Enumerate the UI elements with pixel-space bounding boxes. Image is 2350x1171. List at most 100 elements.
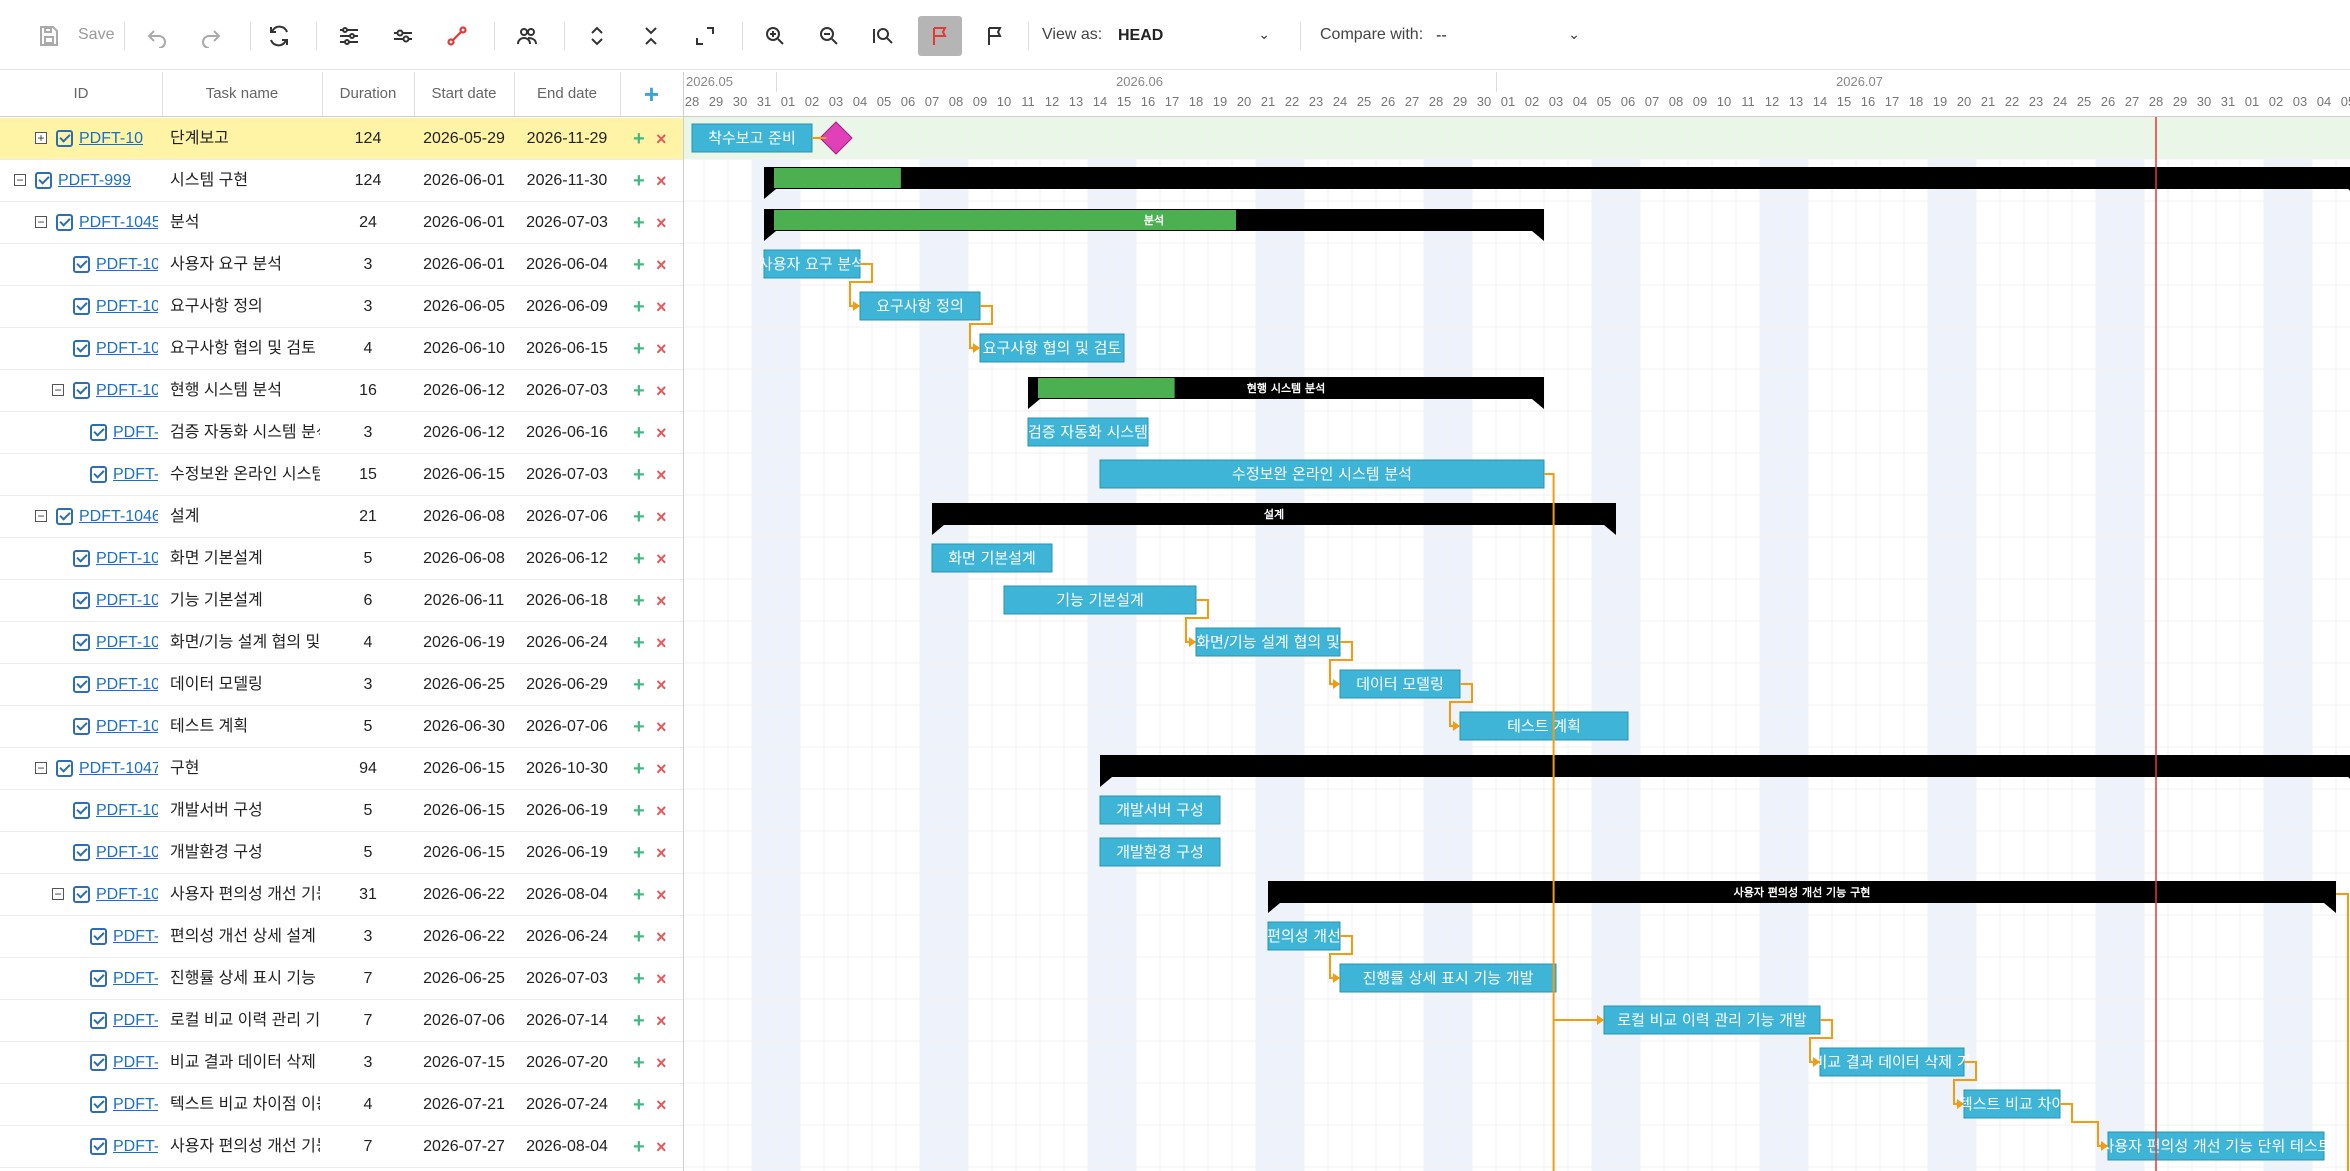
task-id-link[interactable]: PDFT- <box>113 1084 158 1126</box>
delete-task-button[interactable]: × <box>656 370 667 412</box>
delete-task-button[interactable]: × <box>656 874 667 916</box>
zoom-in-icon[interactable] <box>758 16 792 56</box>
task-id-link[interactable]: PDFT-1045 <box>79 202 158 244</box>
table-row[interactable]: PDFT- 검증 자동화 시스템 분석 3 2026-06-12 2026-06-16 +… <box>0 412 683 454</box>
task-id-link[interactable]: PDFT- <box>113 1042 158 1084</box>
table-row[interactable]: PDFT-10 요구사항 정의 3 2026-06-05 2026-06-09 + × <box>0 286 683 328</box>
delete-task-button[interactable]: × <box>656 202 667 244</box>
delete-task-button[interactable]: × <box>656 1000 667 1042</box>
column-header-start-date[interactable]: Start date <box>414 72 515 116</box>
delete-task-button[interactable]: × <box>656 160 667 202</box>
add-subtask-button[interactable]: + <box>633 748 645 790</box>
checkbox[interactable] <box>90 1054 107 1071</box>
checkbox[interactable] <box>73 676 90 693</box>
table-row[interactable]: PDFT-10 화면/기능 설계 협의 및 4 2026-06-19 2026-06-2… <box>0 622 683 664</box>
table-row[interactable]: PDFT- 텍스트 비교 차이점 이동 4 2026-07-21 2026-07-24 +… <box>0 1084 683 1126</box>
table-row[interactable]: − PDFT-1047 구현 94 2026-06-15 2026-10-30 + × <box>0 748 683 790</box>
task-id-link[interactable]: PDFT- <box>113 916 158 958</box>
table-row[interactable]: PDFT-10 화면 기본설계 5 2026-06-08 2026-06-12 + × <box>0 538 683 580</box>
task-id-link[interactable]: PDFT-10 <box>96 328 158 370</box>
delete-task-button[interactable]: × <box>656 118 667 160</box>
table-row[interactable]: PDFT- 편의성 개선 상세 설계 3 2026-06-22 2026-06-24 + × <box>0 916 683 958</box>
collapse-toggle[interactable]: − <box>35 762 47 774</box>
table-row[interactable]: PDFT-10 개발환경 구성 5 2026-06-15 2026-06-19 + × <box>0 832 683 874</box>
filter-sliders-icon[interactable] <box>386 16 420 56</box>
delete-task-button[interactable]: × <box>656 412 667 454</box>
table-row[interactable]: PDFT- 수정보완 온라인 시스템 15 2026-06-15 2026-07-03 +… <box>0 454 683 496</box>
delete-task-button[interactable]: × <box>656 622 667 664</box>
checkbox[interactable] <box>73 256 90 273</box>
checkbox[interactable] <box>90 1012 107 1029</box>
delete-task-button[interactable]: × <box>656 1126 667 1168</box>
task-id-link[interactable]: PDFT-10 <box>96 622 158 664</box>
add-subtask-button[interactable]: + <box>633 1042 645 1084</box>
task-id-link[interactable]: PDFT- <box>113 958 158 1000</box>
checkbox[interactable] <box>73 634 90 651</box>
add-subtask-button[interactable]: + <box>633 496 645 538</box>
add-subtask-button[interactable]: + <box>633 538 645 580</box>
delete-task-button[interactable]: × <box>656 328 667 370</box>
add-subtask-button[interactable]: + <box>633 202 645 244</box>
table-row[interactable]: − PDFT-10 사용자 편의성 개선 기능 31 2026-06-22 2026-08… <box>0 874 683 916</box>
add-subtask-button[interactable]: + <box>633 328 645 370</box>
task-id-link[interactable]: PDFT-10 <box>96 370 158 412</box>
checkbox[interactable] <box>56 214 73 231</box>
checkbox[interactable] <box>73 592 90 609</box>
checkbox[interactable] <box>73 550 90 567</box>
checkbox[interactable] <box>90 928 107 945</box>
add-subtask-button[interactable]: + <box>633 916 645 958</box>
task-id-link[interactable]: PDFT-10 <box>79 118 158 160</box>
delete-task-button[interactable]: × <box>656 706 667 748</box>
checkbox[interactable] <box>73 340 90 357</box>
add-task-button[interactable]: + <box>620 72 683 116</box>
collapse-toggle[interactable]: − <box>35 510 47 522</box>
refresh-icon[interactable] <box>262 16 296 56</box>
task-id-link[interactable]: PDFT-10 <box>96 790 158 832</box>
add-subtask-button[interactable]: + <box>633 370 645 412</box>
add-subtask-button[interactable]: + <box>633 1126 645 1168</box>
task-id-link[interactable]: PDFT- <box>113 412 158 454</box>
task-id-link[interactable]: PDFT- <box>113 1000 158 1042</box>
column-header-end-date[interactable]: End date <box>514 72 621 116</box>
collapse-toggle[interactable]: − <box>35 216 47 228</box>
table-row[interactable]: − PDFT-999 시스템 구현 124 2026-06-01 2026-11-30 + × <box>0 160 683 202</box>
checkbox[interactable] <box>73 802 90 819</box>
add-subtask-button[interactable]: + <box>633 622 645 664</box>
redo-icon[interactable] <box>194 16 228 56</box>
table-row[interactable]: PDFT-10 개발서버 구성 5 2026-06-15 2026-06-19 + × <box>0 790 683 832</box>
checkbox[interactable] <box>90 1138 107 1155</box>
table-row[interactable]: PDFT-10 요구사항 협의 및 검토 4 2026-06-10 2026-06-15… <box>0 328 683 370</box>
table-row[interactable]: − PDFT-1046 설계 21 2026-06-08 2026-07-06 + × <box>0 496 683 538</box>
add-subtask-button[interactable]: + <box>633 118 645 160</box>
flag-outline-icon[interactable] <box>978 16 1012 56</box>
checkbox[interactable] <box>73 844 90 861</box>
add-subtask-button[interactable]: + <box>633 454 645 496</box>
add-subtask-button[interactable]: + <box>633 958 645 1000</box>
add-subtask-button[interactable]: + <box>633 160 645 202</box>
task-id-link[interactable]: PDFT-10 <box>96 580 158 622</box>
dependency-link[interactable] <box>2336 893 2349 1171</box>
link-icon[interactable] <box>440 16 474 56</box>
fullscreen-icon[interactable] <box>688 16 722 56</box>
table-row[interactable]: − PDFT-10 현행 시스템 분석 16 2026-06-12 2026-07-03 +… <box>0 370 683 412</box>
delete-task-button[interactable]: × <box>656 916 667 958</box>
add-subtask-button[interactable]: + <box>633 706 645 748</box>
checkbox[interactable] <box>90 970 107 987</box>
table-row[interactable]: + PDFT-10 단계보고 124 2026-05-29 2026-11-29 + × <box>0 118 683 160</box>
save-icon[interactable] <box>34 16 64 56</box>
task-id-link[interactable]: PDFT-1047 <box>79 748 158 790</box>
zoom-fit-icon[interactable] <box>866 16 900 56</box>
compare-with-select[interactable]: -- ⌄ <box>1428 18 1590 54</box>
checkbox[interactable] <box>90 1096 107 1113</box>
table-row[interactable]: PDFT-10 테스트 계획 5 2026-06-30 2026-07-06 + × <box>0 706 683 748</box>
table-row[interactable]: PDFT-10 데이터 모델링 3 2026-06-25 2026-06-29 + × <box>0 664 683 706</box>
task-id-link[interactable]: PDFT-10 <box>96 244 158 286</box>
checkbox[interactable] <box>73 298 90 315</box>
delete-task-button[interactable]: × <box>656 454 667 496</box>
undo-icon[interactable] <box>140 16 174 56</box>
table-row[interactable]: PDFT-10 기능 기본설계 6 2026-06-11 2026-06-18 + × <box>0 580 683 622</box>
checkbox[interactable] <box>56 508 73 525</box>
checkbox[interactable] <box>73 886 90 903</box>
table-row[interactable]: PDFT- 로컬 비교 이력 관리 기능 7 2026-07-06 2026-07-14… <box>0 1000 683 1042</box>
checkbox[interactable] <box>56 760 73 777</box>
